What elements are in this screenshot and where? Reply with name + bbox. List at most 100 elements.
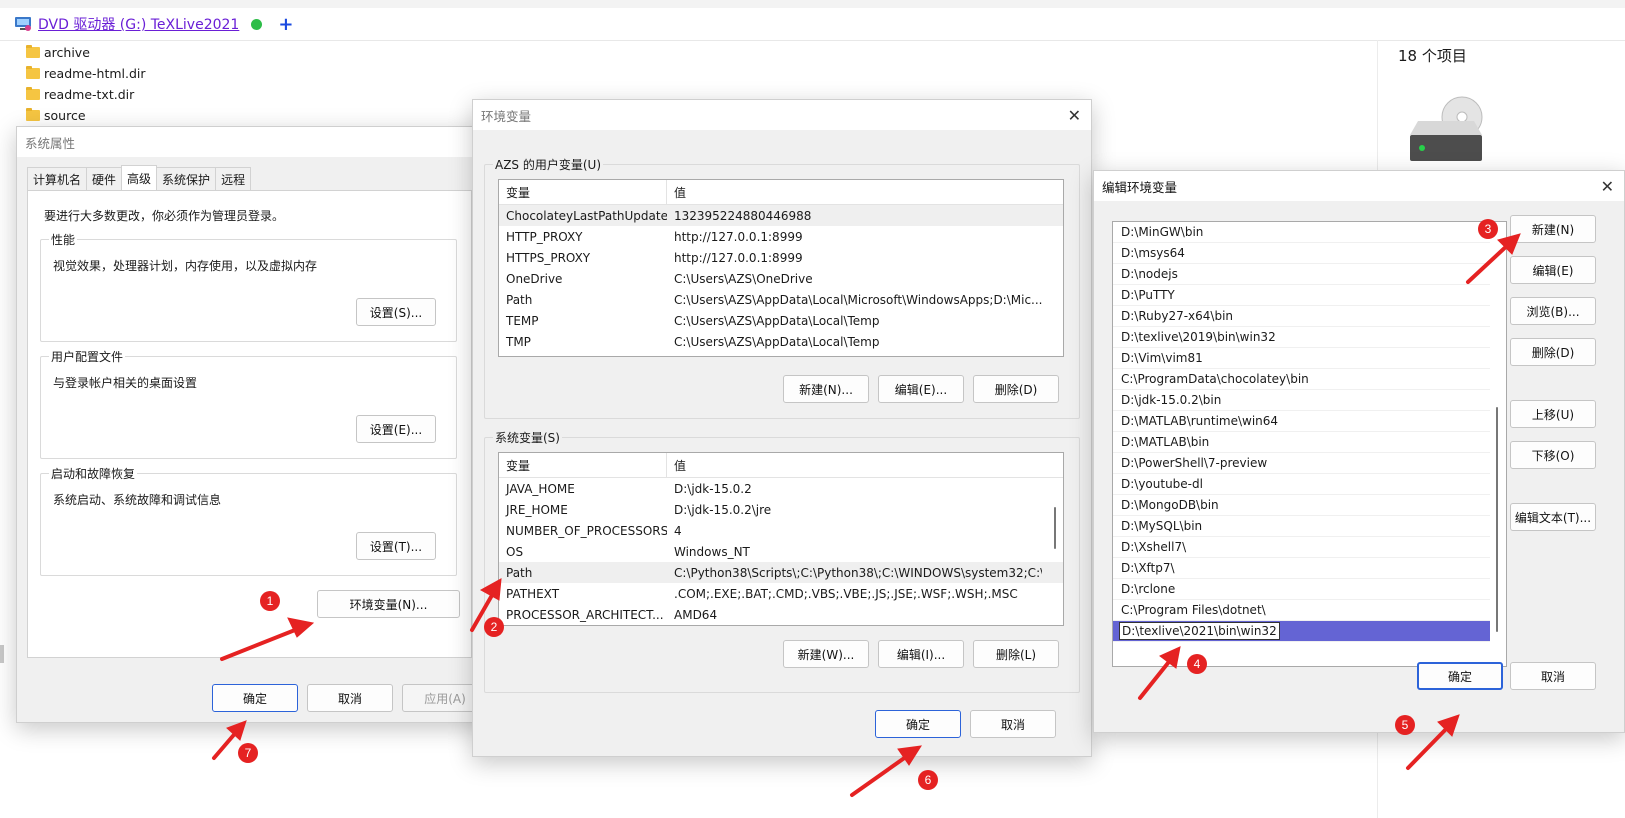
table-header: 变量 值 — [499, 180, 1063, 205]
startup-settings-button[interactable]: 设置(T)... — [356, 532, 436, 560]
explorer-top-strip — [0, 0, 1625, 8]
explorer-tab-title[interactable]: DVD 驱动器 (G:) TeXLive2021 — [38, 14, 239, 34]
table-row[interactable]: HTTP_PROXY http://127.0.0.1:8999 — [499, 226, 1063, 247]
list-item[interactable]: D:\texlive\2019\bin\win32 — [1113, 327, 1490, 348]
admin-note: 要进行大多数更改，你必须作为管理员登录。 — [44, 209, 285, 223]
editing-list-item[interactable]: D:\texlive\2021\bin\win32 — [1113, 621, 1490, 642]
list-item[interactable]: D:\youtube-dl — [1113, 474, 1490, 495]
list-item[interactable]: D:\Xftp7\ — [1113, 558, 1490, 579]
list-item[interactable]: D:\MATLAB\runtime\win64 — [1113, 411, 1490, 432]
list-item[interactable]: archive — [26, 42, 146, 63]
performance-settings-button[interactable]: 设置(S)... — [356, 298, 436, 326]
list-item[interactable]: D:\MongoDB\bin — [1113, 495, 1490, 516]
list-item[interactable]: C:\ProgramData\chocolatey\bin — [1113, 369, 1490, 390]
step-badge-2: 2 — [484, 617, 504, 637]
tab-system-protection[interactable]: 系统保护 — [156, 167, 217, 191]
tab-computer-name[interactable]: 计算机名 — [27, 167, 88, 191]
column-header-variable[interactable]: 变量 — [499, 453, 667, 477]
list-item[interactable]: D:\MySQL\bin — [1113, 516, 1490, 537]
system-variables-table[interactable]: 变量 值 JAVA_HOME D:\jdk-15.0.2 JRE_HOME D:\j… — [498, 452, 1064, 626]
table-row[interactable]: ChocolateyLastPathUpdate 1323952248804469… — [499, 205, 1063, 226]
folder-icon — [26, 87, 40, 100]
group-label: 启动和故障恢复 — [49, 465, 138, 482]
group-description: 系统启动、系统故障和调试信息 — [53, 493, 222, 507]
list-item[interactable]: C:\Program Files\dotnet\ — [1113, 600, 1490, 621]
list-item[interactable]: source — [26, 105, 146, 126]
table-row[interactable]: HTTPS_PROXY http://127.0.0.1:8999 — [499, 247, 1063, 268]
environment-variables-button[interactable]: 环境变量(N)... — [317, 590, 460, 618]
user-new-button[interactable]: 新建(N)... — [783, 375, 869, 403]
table-row[interactable]: Path C:\Users\AZS\AppData\Local\Microsoft… — [499, 289, 1063, 310]
scrollbar-thumb[interactable] — [0, 645, 4, 663]
edit-entry-button[interactable]: 编辑(E) — [1510, 256, 1596, 284]
system-edit-button[interactable]: 编辑(I)... — [878, 640, 964, 668]
file-list: archive readme-html.dir readme-txt.dir s… — [26, 42, 146, 126]
delete-entry-button[interactable]: 删除(D) — [1510, 338, 1596, 366]
browse-button[interactable]: 浏览(B)... — [1510, 297, 1596, 325]
table-row[interactable]: Path C:\Python38\Scripts\;C:\Python38\;C:… — [499, 562, 1063, 583]
table-row[interactable]: PATHEXT .COM;.EXE;.BAT;.CMD;.VBS;.VBE;.JS… — [499, 583, 1063, 604]
user-edit-button[interactable]: 编辑(E)... — [878, 375, 964, 403]
computer-drive-icon — [15, 17, 31, 31]
close-icon[interactable]: ✕ — [1601, 177, 1614, 196]
list-item[interactable]: D:\Ruby27-x64\bin — [1113, 306, 1490, 327]
tab-hardware[interactable]: 硬件 — [86, 167, 123, 191]
list-item[interactable]: D:\MinGW\bin — [1113, 222, 1490, 243]
close-icon[interactable]: ✕ — [1068, 106, 1081, 125]
list-item[interactable]: D:\PowerShell\7-preview — [1113, 453, 1490, 474]
list-item[interactable]: D:\jdk-15.0.2\bin — [1113, 390, 1490, 411]
table-row[interactable]: OS Windows_NT — [499, 541, 1063, 562]
table-row[interactable]: JAVA_HOME D:\jdk-15.0.2 — [499, 478, 1063, 499]
list-item[interactable]: D:\PuTTY — [1113, 285, 1490, 306]
move-down-button[interactable]: 下移(O) — [1510, 441, 1596, 469]
step-badge-6: 6 — [918, 770, 938, 790]
cancel-button[interactable]: 取消 — [1510, 662, 1596, 690]
tab-advanced[interactable]: 高级 — [121, 165, 158, 191]
list-item[interactable]: readme-txt.dir — [26, 84, 146, 105]
inline-edit-field[interactable]: D:\texlive\2021\bin\win32 — [1119, 622, 1280, 640]
ok-button[interactable]: 确定 — [212, 684, 298, 712]
dvd-drive-icon — [1410, 96, 1483, 161]
table-row[interactable]: OneDrive C:\Users\AZS\OneDrive — [499, 268, 1063, 289]
system-delete-button[interactable]: 删除(L) — [973, 640, 1059, 668]
user-variables-group: AZS 的用户变量(U) 变量 值 ChocolateyLastPathUpda… — [484, 156, 1080, 419]
ok-button[interactable]: 确定 — [1417, 662, 1503, 690]
table-row[interactable]: TMP C:\Users\AZS\AppData\Local\Temp — [499, 331, 1063, 352]
explorer-tab[interactable]: DVD 驱动器 (G:) TeXLive2021 + — [14, 13, 293, 35]
group-label: 性能 — [49, 231, 78, 248]
group-label: 系统变量(S) — [493, 429, 562, 446]
new-tab-icon[interactable]: + — [278, 14, 293, 35]
step-badge-7: 7 — [238, 743, 258, 763]
step-badge-4: 4 — [1187, 654, 1207, 674]
list-item[interactable]: D:\MATLAB\bin — [1113, 432, 1490, 453]
user-profiles-settings-button[interactable]: 设置(E)... — [356, 415, 436, 443]
table-row[interactable]: PROCESSOR_ARCHITECT... AMD64 — [499, 604, 1063, 625]
list-item[interactable]: D:\Vim\vim81 — [1113, 348, 1490, 369]
list-item[interactable]: D:\Xshell7\ — [1113, 537, 1490, 558]
list-item[interactable]: readme-html.dir — [26, 63, 146, 84]
scrollbar-thumb[interactable] — [1054, 507, 1056, 549]
system-new-button[interactable]: 新建(W)... — [783, 640, 869, 668]
column-header-value[interactable]: 值 — [667, 180, 1047, 204]
new-entry-button[interactable]: 新建(N) — [1510, 215, 1596, 243]
table-row[interactable]: NUMBER_OF_PROCESSORS 4 — [499, 520, 1063, 541]
edit-text-button[interactable]: 编辑文本(T)... — [1510, 503, 1596, 531]
move-up-button[interactable]: 上移(U) — [1510, 400, 1596, 428]
user-variables-table[interactable]: 变量 值 ChocolateyLastPathUpdate 13239522488… — [498, 179, 1064, 357]
list-item[interactable]: D:\rclone — [1113, 579, 1490, 600]
list-item[interactable]: D:\nodejs — [1113, 264, 1490, 285]
user-delete-button[interactable]: 删除(D) — [973, 375, 1059, 403]
table-row[interactable]: JRE_HOME D:\jdk-15.0.2\jre — [499, 499, 1063, 520]
cancel-button[interactable]: 取消 — [970, 710, 1056, 738]
tab-remote[interactable]: 远程 — [215, 167, 252, 191]
table-row[interactable]: TEMP C:\Users\AZS\AppData\Local\Temp — [499, 310, 1063, 331]
folder-icon — [26, 66, 40, 79]
list-item[interactable]: D:\msys64 — [1113, 243, 1490, 264]
path-entries-list[interactable]: D:\MinGW\bin D:\msys64 D:\nodejs D:\PuTT… — [1112, 221, 1507, 667]
ok-button[interactable]: 确定 — [875, 710, 961, 738]
tab-divider — [0, 40, 1625, 41]
cancel-button[interactable]: 取消 — [307, 684, 393, 712]
scrollbar-thumb[interactable] — [1496, 407, 1498, 632]
column-header-value[interactable]: 值 — [667, 453, 1047, 477]
column-header-variable[interactable]: 变量 — [499, 180, 667, 204]
